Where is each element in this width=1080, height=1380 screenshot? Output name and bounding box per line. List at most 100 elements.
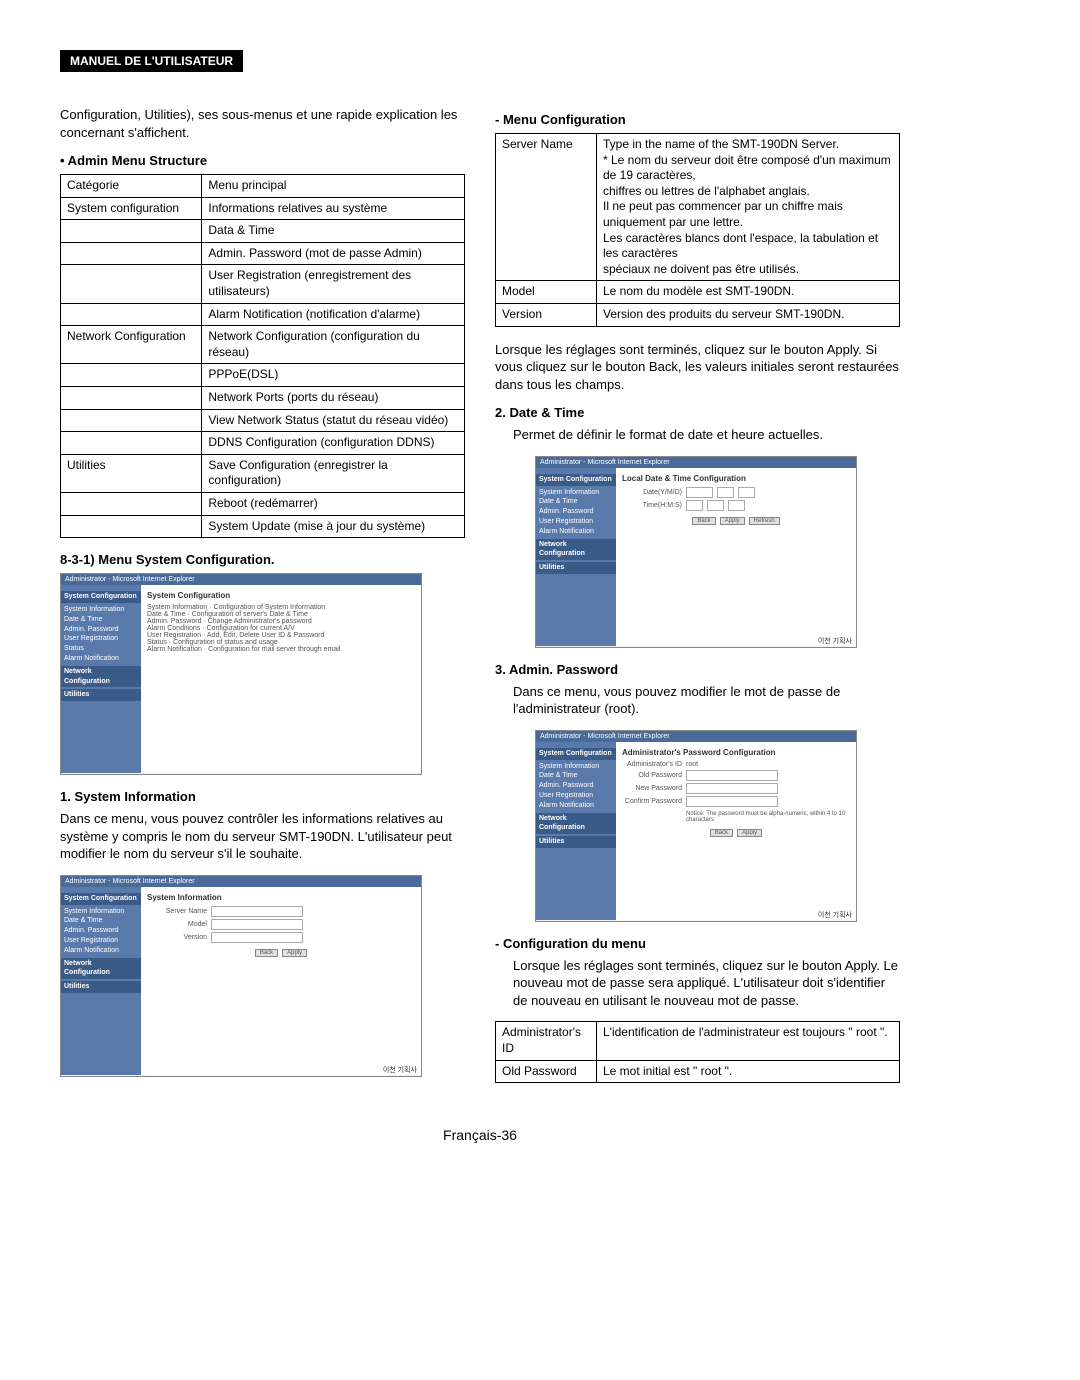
sidebar-item: User Registration [539, 791, 613, 801]
panel-title: Administrator's Password Configuration [622, 748, 850, 757]
admin-menu-table: CatégorieMenu principal System configura… [60, 174, 465, 538]
cell: Version [496, 303, 597, 326]
table-row: Network Ports (ports du réseau) [61, 387, 465, 410]
sidebar-item: User Registration [539, 517, 613, 527]
sidebar-item: Date & Time [64, 916, 138, 926]
table-row: UtilitiesSave Configuration (enregistrer… [61, 454, 465, 492]
sidebar-item: System Information [64, 605, 138, 615]
cell: Le nom du modèle est SMT-190DN. [597, 281, 900, 304]
line: System Information · Configuration of Sy… [147, 604, 415, 611]
table-row: Alarm Notification (notification d'alarm… [61, 303, 465, 326]
input [686, 770, 778, 781]
label: Old Password [622, 772, 682, 779]
label: Administrator's ID [622, 761, 682, 768]
refresh-button: Refresh [749, 517, 780, 525]
cell [61, 242, 202, 265]
table-row: PPPoE(DSL) [61, 364, 465, 387]
cell: Menu principal [202, 175, 465, 198]
back-button: Back [710, 829, 733, 837]
menu-config-table: Server NameType in the name of the SMT-1… [495, 133, 900, 327]
input [686, 783, 778, 794]
right-column: - Menu Configuration Server NameType in … [495, 102, 900, 1097]
cell [61, 265, 202, 303]
line: Alarm Notification · Configuration for m… [147, 646, 415, 653]
apply-button: Apply [737, 829, 762, 837]
screenshot-date-time: Administrator - Microsoft Internet Explo… [535, 456, 857, 648]
table-row: VersionVersion des produits du serveur S… [496, 303, 900, 326]
footer-ref: 이천 기획사 [818, 910, 852, 920]
back-button: Back [692, 517, 715, 525]
sidebar-group: Network Configuration [61, 666, 141, 688]
input [211, 932, 303, 943]
browser-title: Administrator - Microsoft Internet Explo… [536, 731, 856, 742]
cell: View Network Status (statut du réseau vi… [202, 409, 465, 432]
panel: Administrator's Password Configuration A… [616, 742, 856, 920]
cell: DDNS Configuration (configuration DDNS) [202, 432, 465, 455]
line: Admin. Password · Change Administrator's… [147, 618, 415, 625]
sidebar-group: Utilities [61, 689, 141, 701]
sidebar-item: Admin. Password [64, 926, 138, 936]
table-row: Reboot (redémarrer) [61, 493, 465, 516]
sidebar-group: Utilities [536, 836, 616, 848]
cell: Save Configuration (enregistrer la confi… [202, 454, 465, 492]
page-number: Français-36 [60, 1127, 900, 1143]
sidebar-group: Utilities [61, 981, 141, 993]
table-row: Server NameType in the name of the SMT-1… [496, 134, 900, 281]
browser-title: Administrator - Microsoft Internet Explo… [61, 876, 421, 887]
cell: Le mot initial est " root ". [597, 1060, 900, 1083]
cell: Admin. Password (mot de passe Admin) [202, 242, 465, 265]
sys-info-text: Dans ce menu, vous pouvez contrôler les … [60, 810, 465, 863]
line: Status · Configuration of status and usa… [147, 639, 415, 646]
sidebar-item: System Information [539, 762, 613, 772]
sidebar-item: User Registration [64, 936, 138, 946]
label: Confirm Password [622, 798, 682, 805]
cell [61, 432, 202, 455]
panel: System Information Server Name Model Ver… [141, 887, 421, 1075]
table-row: View Network Status (statut du réseau vi… [61, 409, 465, 432]
table-row: Admin. Password (mot de passe Admin) [61, 242, 465, 265]
password-table: Administrator's IDL'identification de l'… [495, 1021, 900, 1083]
cell: Catégorie [61, 175, 202, 198]
table-row: Data & Time [61, 220, 465, 243]
cell: Server Name [496, 134, 597, 281]
sidebar-group: System Configuration [61, 893, 141, 905]
menu-config-after: Lorsque les réglages sont terminés, cliq… [495, 341, 900, 394]
sidebar-group: Utilities [536, 562, 616, 574]
sidebar-item: Alarm Notification [64, 946, 138, 956]
sidebar: System Configuration System Information … [536, 742, 616, 920]
notice: Notice: The password must be alpha-numer… [686, 811, 850, 823]
cell: Network Ports (ports du réseau) [202, 387, 465, 410]
sidebar-item: System Information [539, 488, 613, 498]
sidebar: System Configuration System Information … [61, 585, 141, 773]
label: New Password [622, 785, 682, 792]
label: Server Name [147, 908, 207, 915]
sidebar-item: Alarm Notification [64, 654, 138, 664]
cell [61, 364, 202, 387]
cell: Data & Time [202, 220, 465, 243]
label: Time(H:M:S) [622, 502, 682, 509]
sidebar-item: Date & Time [539, 771, 613, 781]
cell: Informations relatives au système [202, 197, 465, 220]
table-row: DDNS Configuration (configuration DDNS) [61, 432, 465, 455]
left-column: Configuration, Utilities), ses sous-menu… [60, 102, 465, 1097]
label: Model [147, 921, 207, 928]
apply-button: Apply [720, 517, 745, 525]
line: Date & Time · Configuration of server's … [147, 611, 415, 618]
cell: User Registration (enregistrement des ut… [202, 265, 465, 303]
input [707, 500, 724, 511]
panel-title: Local Date & Time Configuration [622, 474, 850, 483]
panel: System Configuration System Information … [141, 585, 421, 773]
label: Date(Y/M/D) [622, 489, 682, 496]
cell: PPPoE(DSL) [202, 364, 465, 387]
value: root [686, 761, 698, 768]
sidebar-item: Admin. Password [539, 781, 613, 791]
cell [61, 493, 202, 516]
input [686, 796, 778, 807]
cell [61, 220, 202, 243]
sys-info-title: 1. System Information [60, 789, 465, 804]
sidebar-item: Date & Time [539, 497, 613, 507]
input [717, 487, 734, 498]
sidebar-item: Alarm Notification [539, 527, 613, 537]
sidebar-group: System Configuration [61, 591, 141, 603]
cell: Version des produits du serveur SMT-190D… [597, 303, 900, 326]
